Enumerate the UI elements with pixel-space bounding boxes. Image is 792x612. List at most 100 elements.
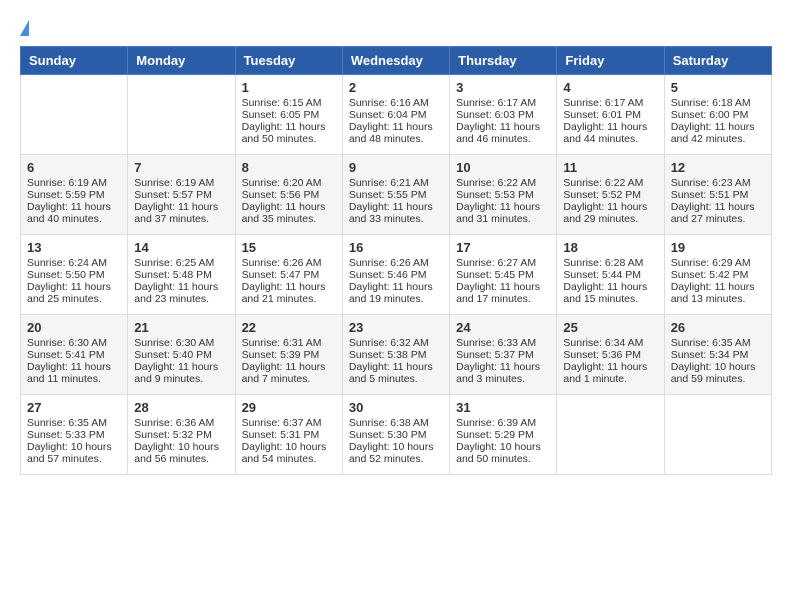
sunrise-text: Sunrise: 6:16 AM — [349, 97, 443, 109]
daylight-text: Daylight: 10 hours and 57 minutes. — [27, 441, 121, 465]
sunset-text: Sunset: 5:46 PM — [349, 269, 443, 281]
daylight-text: Daylight: 11 hours and 23 minutes. — [134, 281, 228, 305]
day-number: 23 — [349, 320, 443, 335]
daylight-text: Daylight: 11 hours and 40 minutes. — [27, 201, 121, 225]
day-number: 20 — [27, 320, 121, 335]
weekday-header-cell: Thursday — [450, 47, 557, 75]
sunrise-text: Sunrise: 6:18 AM — [671, 97, 765, 109]
weekday-header-cell: Wednesday — [342, 47, 449, 75]
calendar-day-cell: 1Sunrise: 6:15 AMSunset: 6:05 PMDaylight… — [235, 75, 342, 155]
calendar-day-cell: 7Sunrise: 6:19 AMSunset: 5:57 PMDaylight… — [128, 155, 235, 235]
day-number: 9 — [349, 160, 443, 175]
day-number: 11 — [563, 160, 657, 175]
calendar-week-row: 13Sunrise: 6:24 AMSunset: 5:50 PMDayligh… — [21, 235, 772, 315]
calendar-day-cell: 23Sunrise: 6:32 AMSunset: 5:38 PMDayligh… — [342, 315, 449, 395]
weekday-header-cell: Friday — [557, 47, 664, 75]
calendar-day-cell: 13Sunrise: 6:24 AMSunset: 5:50 PMDayligh… — [21, 235, 128, 315]
day-number: 31 — [456, 400, 550, 415]
daylight-text: Daylight: 11 hours and 15 minutes. — [563, 281, 657, 305]
sunset-text: Sunset: 5:48 PM — [134, 269, 228, 281]
day-number: 30 — [349, 400, 443, 415]
sunrise-text: Sunrise: 6:26 AM — [242, 257, 336, 269]
calendar-day-cell: 17Sunrise: 6:27 AMSunset: 5:45 PMDayligh… — [450, 235, 557, 315]
sunrise-text: Sunrise: 6:30 AM — [27, 337, 121, 349]
day-number: 17 — [456, 240, 550, 255]
sunrise-text: Sunrise: 6:35 AM — [27, 417, 121, 429]
calendar-week-row: 27Sunrise: 6:35 AMSunset: 5:33 PMDayligh… — [21, 395, 772, 475]
sunset-text: Sunset: 5:42 PM — [671, 269, 765, 281]
sunrise-text: Sunrise: 6:22 AM — [563, 177, 657, 189]
weekday-header-cell: Monday — [128, 47, 235, 75]
calendar-week-row: 20Sunrise: 6:30 AMSunset: 5:41 PMDayligh… — [21, 315, 772, 395]
calendar-day-cell: 3Sunrise: 6:17 AMSunset: 6:03 PMDaylight… — [450, 75, 557, 155]
sunrise-text: Sunrise: 6:39 AM — [456, 417, 550, 429]
sunrise-text: Sunrise: 6:30 AM — [134, 337, 228, 349]
calendar-day-cell: 14 Sunrise: 6:25 AMSunset: 5:48 PMDayligh… — [128, 235, 235, 315]
day-number: 3 — [456, 80, 550, 95]
sunset-text: Sunset: 5:36 PM — [563, 349, 657, 361]
daylight-text: Daylight: 11 hours and 11 minutes. — [27, 361, 121, 385]
sunset-text: Sunset: 5:59 PM — [27, 189, 121, 201]
calendar-day-cell: 28Sunrise: 6:36 AMSunset: 5:32 PMDayligh… — [128, 395, 235, 475]
day-number: 5 — [671, 80, 765, 95]
day-number: 18 — [563, 240, 657, 255]
day-number: 16 — [349, 240, 443, 255]
sunset-text: Sunset: 5:30 PM — [349, 429, 443, 441]
daylight-text: Daylight: 11 hours and 31 minutes. — [456, 201, 550, 225]
sunset-text: Sunset: 5:34 PM — [671, 349, 765, 361]
daylight-text: Daylight: 11 hours and 37 minutes. — [134, 201, 228, 225]
day-number: 6 — [27, 160, 121, 175]
daylight-text: Daylight: 11 hours and 21 minutes. — [242, 281, 336, 305]
sunrise-text: Sunrise: 6:20 AM — [242, 177, 336, 189]
calendar-day-cell: 11 Sunrise: 6:22 AMSunset: 5:52 PMDayligh… — [557, 155, 664, 235]
calendar-day-cell: 27Sunrise: 6:35 AMSunset: 5:33 PMDayligh… — [21, 395, 128, 475]
daylight-text: Daylight: 11 hours and 9 minutes. — [134, 361, 228, 385]
sunset-text: Sunset: 5:32 PM — [134, 429, 228, 441]
day-number: 21 — [134, 320, 228, 335]
sunrise-text: Sunrise: 6:25 AM — [134, 257, 228, 269]
calendar-day-cell: 2Sunrise: 6:16 AMSunset: 6:04 PMDaylight… — [342, 75, 449, 155]
day-number: 25 — [563, 320, 657, 335]
calendar-week-row: 6Sunrise: 6:19 AMSunset: 5:59 PMDaylight… — [21, 155, 772, 235]
sunrise-text: Sunrise: 6:17 AM — [456, 97, 550, 109]
calendar-day-cell: 24Sunrise: 6:33 AMSunset: 5:37 PMDayligh… — [450, 315, 557, 395]
calendar-day-cell: 16 Sunrise: 6:26 AMSunset: 5:46 PMDayligh… — [342, 235, 449, 315]
day-number: 29 — [242, 400, 336, 415]
daylight-text: Daylight: 10 hours and 59 minutes. — [671, 361, 765, 385]
calendar-day-cell — [21, 75, 128, 155]
weekday-header-row: SundayMondayTuesdayWednesdayThursdayFrid… — [21, 47, 772, 75]
calendar-day-cell: 18Sunrise: 6:28 AMSunset: 5:44 PMDayligh… — [557, 235, 664, 315]
sunset-text: Sunset: 5:52 PM — [563, 189, 657, 201]
calendar-day-cell: 29Sunrise: 6:37 AMSunset: 5:31 PMDayligh… — [235, 395, 342, 475]
sunrise-text: Sunrise: 6:29 AM — [671, 257, 765, 269]
daylight-text: Daylight: 11 hours and 50 minutes. — [242, 121, 336, 145]
day-number: 7 — [134, 160, 228, 175]
sunset-text: Sunset: 5:29 PM — [456, 429, 550, 441]
weekday-header-cell: Saturday — [664, 47, 771, 75]
daylight-text: Daylight: 11 hours and 29 minutes. — [563, 201, 657, 225]
daylight-text: Daylight: 11 hours and 19 minutes. — [349, 281, 443, 305]
daylight-text: Daylight: 10 hours and 52 minutes. — [349, 441, 443, 465]
calendar-day-cell: 21Sunrise: 6:30 AMSunset: 5:40 PMDayligh… — [128, 315, 235, 395]
daylight-text: Daylight: 10 hours and 56 minutes. — [134, 441, 228, 465]
day-number: 26 — [671, 320, 765, 335]
calendar-day-cell — [664, 395, 771, 475]
sunrise-text: Sunrise: 6:32 AM — [349, 337, 443, 349]
sunset-text: Sunset: 5:38 PM — [349, 349, 443, 361]
sunset-text: Sunset: 5:53 PM — [456, 189, 550, 201]
sunset-text: Sunset: 5:57 PM — [134, 189, 228, 201]
sunrise-text: Sunrise: 6:24 AM — [27, 257, 121, 269]
sunrise-text: Sunrise: 6:36 AM — [134, 417, 228, 429]
daylight-text: Daylight: 11 hours and 17 minutes. — [456, 281, 550, 305]
calendar-day-cell: 22Sunrise: 6:31 AMSunset: 5:39 PMDayligh… — [235, 315, 342, 395]
calendar-day-cell: 19Sunrise: 6:29 AMSunset: 5:42 PMDayligh… — [664, 235, 771, 315]
daylight-text: Daylight: 11 hours and 44 minutes. — [563, 121, 657, 145]
day-number: 14 — [134, 240, 228, 255]
daylight-text: Daylight: 11 hours and 35 minutes. — [242, 201, 336, 225]
day-number: 13 — [27, 240, 121, 255]
sunrise-text: Sunrise: 6:17 AM — [563, 97, 657, 109]
sunset-text: Sunset: 5:39 PM — [242, 349, 336, 361]
sunrise-text: Sunrise: 6:26 AM — [349, 257, 443, 269]
sunrise-text: Sunrise: 6:33 AM — [456, 337, 550, 349]
sunrise-text: Sunrise: 6:19 AM — [27, 177, 121, 189]
